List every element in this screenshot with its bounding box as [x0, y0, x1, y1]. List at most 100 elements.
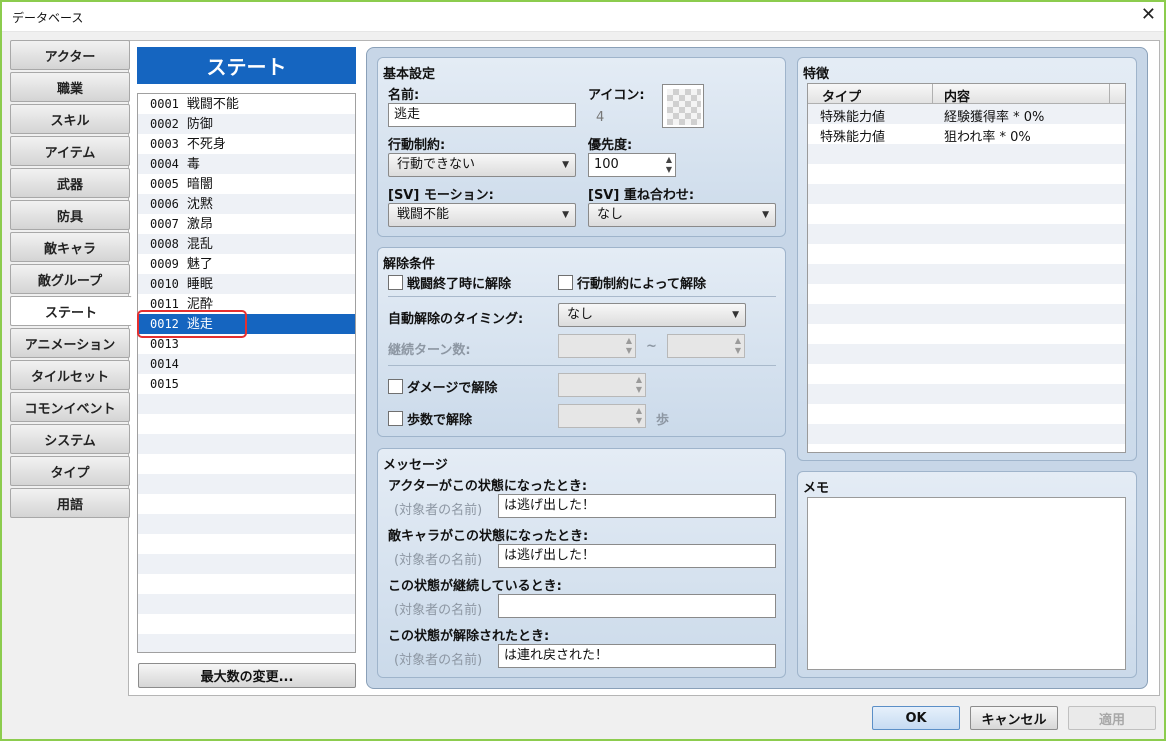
list-item[interactable]: 0012 逃走 — [138, 314, 355, 334]
remove-msg-input[interactable]: は連れ戻された！ — [498, 644, 776, 668]
ok-button[interactable]: OK — [872, 706, 960, 730]
list-item[interactable]: 0001 戦闘不能 — [138, 94, 355, 114]
list-empty-row[interactable] — [138, 454, 355, 474]
list-empty-row[interactable] — [138, 514, 355, 534]
list-item[interactable]: 0006 沈黙 — [138, 194, 355, 214]
list-item[interactable]: 0002 防御 — [138, 114, 355, 134]
list-item[interactable]: 0010 睡眠 — [138, 274, 355, 294]
trait-empty-row[interactable] — [808, 224, 1125, 244]
overlay-select[interactable]: なし ▼ — [588, 203, 776, 227]
cancel-button[interactable]: キャンセル — [970, 706, 1058, 730]
checkbox-box[interactable] — [388, 379, 403, 394]
list-item[interactable]: 0011 泥酔 — [138, 294, 355, 314]
icon-label: アイコン: — [588, 88, 645, 103]
change-max-button[interactable]: 最大数の変更... — [138, 663, 356, 688]
duration-max-spinner[interactable]: ▲ ▼ — [667, 334, 745, 358]
enemy-msg-input[interactable]: は逃げ出した！ — [498, 544, 776, 568]
trait-empty-row[interactable] — [808, 284, 1125, 304]
trait-empty-row[interactable] — [808, 384, 1125, 404]
trait-row[interactable]: 特殊能力値 経験獲得率 * 0% — [808, 104, 1125, 125]
list-item[interactable]: 0003 不死身 — [138, 134, 355, 154]
list-empty-row[interactable] — [138, 594, 355, 614]
list-item[interactable]: 0007 激昂 — [138, 214, 355, 234]
trait-empty-row[interactable] — [808, 204, 1125, 224]
list-item-name: 沈黙 — [186, 197, 213, 212]
checkbox-box[interactable] — [388, 275, 403, 290]
battle-end-checkbox[interactable]: 戦闘終了時に解除 — [388, 273, 511, 292]
state-list[interactable]: 0001 戦闘不能 0002 防御 0003 不死身 0004 毒 0005 暗闇 0006 沈黙 00… — [137, 93, 356, 653]
list-item[interactable]: 0015 — [138, 374, 355, 394]
tab-0[interactable]: アクター — [10, 40, 130, 70]
duration-min-spinner[interactable]: ▲ ▼ — [558, 334, 636, 358]
list-empty-row[interactable] — [138, 494, 355, 514]
damage-spinner[interactable]: ▲ ▼ — [558, 373, 646, 397]
priority-spinner[interactable]: 100 ▲ ▼ — [588, 153, 676, 177]
trait-empty-row[interactable] — [808, 184, 1125, 204]
restriction-remove-checkbox[interactable]: 行動制約によって解除 — [558, 273, 706, 292]
tab-10[interactable]: タイルセット — [10, 360, 130, 390]
list-item[interactable]: 0014 — [138, 354, 355, 374]
tab-7[interactable]: 敵グループ — [10, 264, 130, 294]
icon-picker[interactable] — [662, 84, 704, 128]
list-empty-row[interactable] — [138, 574, 355, 594]
trait-empty-row[interactable] — [808, 324, 1125, 344]
list-item[interactable]: 0009 魅了 — [138, 254, 355, 274]
trait-empty-row[interactable] — [808, 344, 1125, 364]
actor-msg-input[interactable]: は逃げ出した！ — [498, 494, 776, 518]
list-empty-row[interactable] — [138, 474, 355, 494]
memo-textarea[interactable] — [807, 497, 1126, 670]
tab-2[interactable]: スキル — [10, 104, 130, 134]
col-type-header[interactable]: タイプ — [822, 86, 861, 105]
list-item[interactable]: 0004 毒 — [138, 154, 355, 174]
list-empty-row[interactable] — [138, 634, 355, 652]
close-icon[interactable]: ✕ — [1141, 4, 1156, 25]
trait-empty-row[interactable] — [808, 244, 1125, 264]
list-empty-row[interactable] — [138, 394, 355, 414]
restriction-select[interactable]: 行動できない ▼ — [388, 153, 576, 177]
tab-9[interactable]: アニメーション — [10, 328, 130, 358]
tab-5[interactable]: 防具 — [10, 200, 130, 230]
list-item-id: 0011 — [150, 297, 179, 311]
list-item[interactable]: 0005 暗闇 — [138, 174, 355, 194]
trait-empty-row[interactable] — [808, 264, 1125, 284]
checkbox-box[interactable] — [388, 411, 403, 426]
checkbox-box[interactable] — [558, 275, 573, 290]
list-empty-row[interactable] — [138, 534, 355, 554]
tab-3[interactable]: アイテム — [10, 136, 130, 166]
list-empty-row[interactable] — [138, 554, 355, 574]
trait-empty-row[interactable] — [808, 444, 1125, 452]
tab-14[interactable]: 用語 — [10, 488, 130, 518]
trait-empty-row[interactable] — [808, 404, 1125, 424]
trait-empty-row[interactable] — [808, 364, 1125, 384]
persist-msg-input[interactable] — [498, 594, 776, 618]
list-empty-row[interactable] — [138, 414, 355, 434]
motion-select[interactable]: 戦闘不能 ▼ — [388, 203, 576, 227]
walk-remove-checkbox[interactable]: 歩数で解除 — [388, 409, 472, 428]
list-empty-row[interactable] — [138, 434, 355, 454]
list-item[interactable]: 0013 — [138, 334, 355, 354]
spinner-arrows-icon[interactable]: ▲ ▼ — [666, 155, 672, 175]
list-empty-row[interactable] — [138, 614, 355, 634]
trait-empty-row[interactable] — [808, 424, 1125, 444]
tab-4[interactable]: 武器 — [10, 168, 130, 198]
tab-12[interactable]: システム — [10, 424, 130, 454]
tab-11[interactable]: コモンイベント — [10, 392, 130, 422]
col-content-header[interactable]: 内容 — [944, 86, 970, 105]
memo-title: メモ — [803, 481, 830, 496]
tab-1[interactable]: 職業 — [10, 72, 130, 102]
apply-button[interactable]: 適用 — [1068, 706, 1156, 730]
trait-empty-row[interactable] — [808, 304, 1125, 324]
traits-table[interactable]: タイプ 内容 特殊能力値 経験獲得率 * 0% 特殊能力値 狙われ率 * 0% — [807, 83, 1126, 453]
tab-6[interactable]: 敵キャラ — [10, 232, 130, 262]
steps-spinner[interactable]: ▲ ▼ — [558, 404, 646, 428]
auto-timing-label: 自動解除のタイミング: — [388, 312, 524, 327]
tab-8[interactable]: ステート — [10, 296, 132, 326]
damage-remove-checkbox[interactable]: ダメージで解除 — [388, 377, 497, 396]
tab-13[interactable]: タイプ — [10, 456, 130, 486]
list-item[interactable]: 0008 混乱 — [138, 234, 355, 254]
trait-empty-row[interactable] — [808, 164, 1125, 184]
trait-empty-row[interactable] — [808, 144, 1125, 164]
auto-timing-select[interactable]: なし ▼ — [558, 303, 746, 327]
name-input[interactable]: 逃走 — [388, 103, 576, 127]
trait-row[interactable]: 特殊能力値 狙われ率 * 0% — [808, 124, 1125, 145]
